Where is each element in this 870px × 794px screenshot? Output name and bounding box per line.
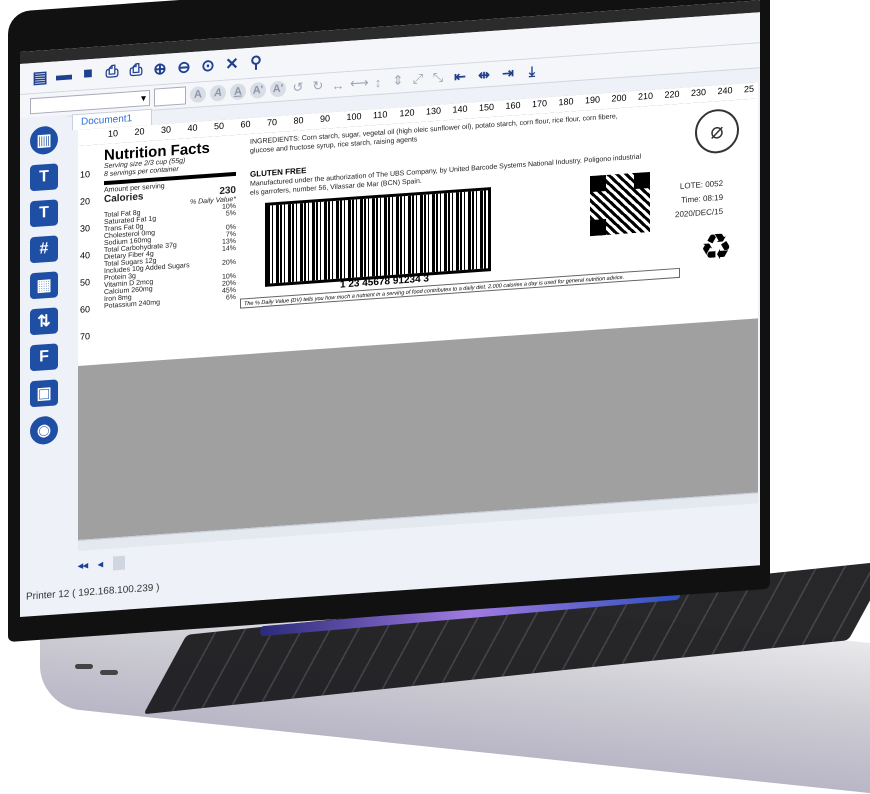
nutrient-dv: 20%	[221, 258, 236, 267]
nutrient-dv: 5%	[225, 209, 236, 218]
label-preview[interactable]: Nutrition Facts Serving size 2/3 cup (55…	[100, 98, 758, 365]
align-right-icon[interactable]: ⇥	[498, 64, 518, 82]
barcode-tool-icon[interactable]: ▥	[30, 125, 58, 156]
ruler-tick-label: 90	[320, 113, 331, 125]
previous-page-button[interactable]: ◂	[98, 559, 103, 570]
rotate-left-icon[interactable]: ↺	[290, 79, 306, 96]
nutrient-dv: 6%	[225, 293, 236, 302]
tools-icon[interactable]: ✕	[222, 53, 242, 74]
ruler-tick-label: 60	[240, 118, 251, 130]
lot-date: 2020/DEC/15	[675, 206, 724, 220]
align-center-icon[interactable]: ⇹	[474, 65, 494, 83]
bold-button[interactable]: A	[190, 85, 206, 104]
italic-button[interactable]: A	[210, 84, 226, 102]
save-icon[interactable]: ■	[78, 64, 98, 85]
rotate-right-icon[interactable]: ↻	[310, 78, 326, 95]
design-canvas[interactable]: 10 20 30 40 50 60 70 80 90 100 110 120 130 140 150 160 1…	[78, 82, 758, 540]
date-tool-icon[interactable]: ▦	[30, 271, 58, 300]
grow-font-button[interactable]: A'	[250, 81, 266, 99]
stretch-horizontal-icon[interactable]: ⟷	[350, 75, 369, 92]
ruler-tick-label: 50	[80, 277, 91, 288]
ruler-tick-label: 180	[558, 96, 574, 108]
rich-text-tool-icon[interactable]: T	[30, 199, 58, 228]
ruler-tick-label: 25	[744, 83, 755, 95]
ruler-tick-label: 230	[691, 87, 707, 99]
status-bar-text: Printer 12 ( 192.168.100.239 )	[26, 582, 160, 603]
zoom-out-icon[interactable]: ⊖	[174, 57, 194, 78]
ruler-tick-label: 20	[134, 126, 145, 137]
search-settings-icon[interactable]: ⚲	[246, 52, 266, 73]
ruler-tick-label: 140	[452, 103, 468, 115]
ruler-tick-label: 40	[187, 122, 198, 134]
ruler-tick-label: 60	[80, 304, 91, 315]
barcode-image[interactable]	[265, 187, 491, 287]
ruler-tick-label: 70	[267, 117, 278, 128]
ruler-tick-label: 160	[505, 99, 521, 112]
ruler-tick-label: 170	[532, 98, 548, 110]
open-folder-icon[interactable]: ▬	[54, 65, 74, 86]
stretch-vertical-icon[interactable]: ↕	[370, 74, 386, 90]
ruler-tick-label: 100	[346, 111, 362, 123]
app-window: ▤ ▬ ■ ⎙ ⎙ ⊕ ⊖ ⊙ ✕ ⚲ ▾ A A A A' A' ↺ ↻ ↔ …	[20, 0, 760, 618]
page-thumb[interactable]	[113, 555, 126, 571]
text-tool-icon[interactable]: T	[30, 163, 58, 192]
image-tool-icon[interactable]: ▣	[30, 379, 58, 408]
new-document-icon[interactable]: ▤	[30, 67, 50, 88]
qr-code[interactable]	[590, 171, 650, 237]
ruler-tick-label: 210	[638, 90, 654, 102]
shrink-font-button[interactable]: A'	[270, 80, 286, 98]
ruler-tick-label: 200	[611, 92, 627, 104]
usb-c-port	[100, 670, 118, 675]
ruler-tick-label: 40	[80, 250, 91, 261]
ruler-tick-label: 10	[108, 128, 119, 139]
ruler-tick-label: 80	[293, 115, 304, 126]
ruler-tick-label: 10	[80, 169, 91, 180]
expand-icon[interactable]: ⤢	[410, 71, 426, 88]
recycle-icon[interactable]: ♻	[700, 225, 732, 268]
zoom-fit-icon[interactable]: ⊙	[198, 55, 218, 76]
ruler-tick-label: 50	[214, 120, 225, 132]
ruler-tick-label: 20	[80, 196, 91, 207]
collapse-icon[interactable]: ⤡	[430, 69, 446, 86]
underline-button[interactable]: A	[230, 83, 246, 101]
ruler-tick-label: 30	[161, 124, 172, 136]
shape-tool-icon[interactable]: F	[30, 343, 58, 372]
print-icon[interactable]: ⎙	[126, 60, 146, 81]
ruler-tick-label: 70	[80, 331, 91, 342]
ruler-tick-label: 240	[717, 85, 733, 97]
font-size-select[interactable]	[154, 86, 186, 107]
counter-tool-icon[interactable]: #	[30, 235, 58, 264]
usb-c-port	[75, 664, 93, 669]
ruler-tick-label: 30	[80, 223, 91, 234]
ruler-tick-label: 130	[426, 105, 442, 117]
nutrient-list: Total Fat 8g 10% Saturated Fat 1g 5% Trans F…	[104, 203, 236, 310]
ruler-tick-label: 110	[373, 109, 388, 121]
ruler-tick-label: 190	[585, 94, 601, 106]
first-page-button[interactable]: ◂◂	[78, 560, 88, 572]
align-left-icon[interactable]: ⇤	[450, 67, 470, 85]
lot-info[interactable]: LOTE: 0052 Time: 08:19 2020/DEC/15	[675, 177, 723, 222]
no-gluten-icon[interactable]: ⌀	[695, 107, 739, 155]
ruler-tick-label: 120	[399, 107, 415, 119]
flip-horizontal-icon[interactable]: ↔	[330, 77, 346, 93]
align-bottom-icon[interactable]: ⤓	[522, 62, 542, 80]
variable-text-tool-icon[interactable]: ⇅	[30, 307, 58, 336]
nutrition-facts-panel[interactable]: Nutrition Facts Serving size 2/3 cup (55…	[104, 139, 236, 358]
tool-sidebar: ▥ T T # ▦ ⇅ F ▣ ◉	[20, 114, 68, 548]
print-preview-icon[interactable]: ⎙	[102, 62, 122, 83]
database-tool-icon[interactable]: ◉	[30, 415, 58, 446]
ruler-tick-label: 220	[664, 88, 680, 100]
zoom-in-icon[interactable]: ⊕	[150, 59, 170, 80]
nutrient-dv: 14%	[221, 244, 236, 253]
ruler-tick-label: 150	[479, 101, 495, 113]
ruler-vertical: 10 20 30 40 50 60 70	[78, 144, 101, 366]
flip-vertical-icon[interactable]: ⇕	[390, 72, 406, 89]
